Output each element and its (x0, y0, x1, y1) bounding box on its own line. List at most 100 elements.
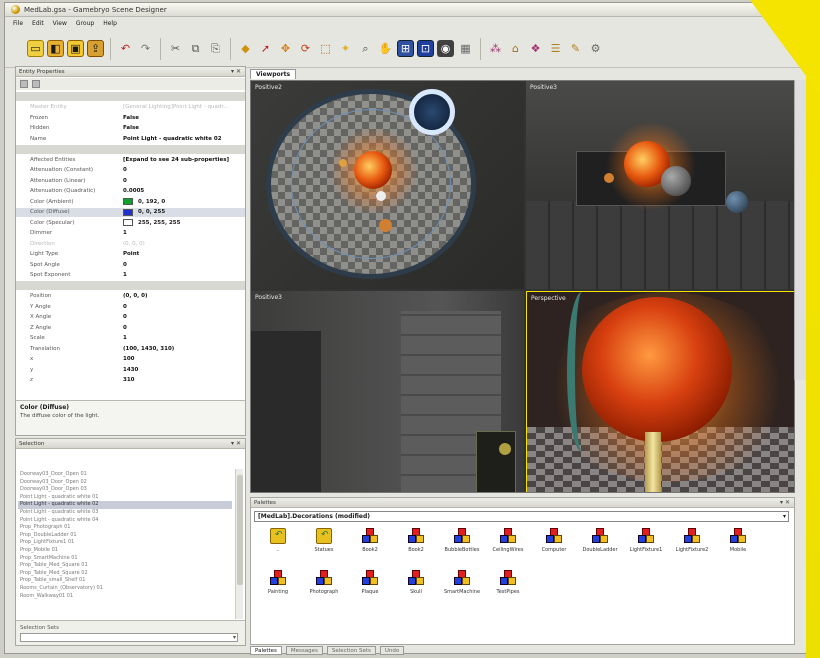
script-icon[interactable]: ✎ (567, 40, 584, 57)
property-row[interactable]: Spot Angle 0 (16, 260, 245, 269)
palette-item[interactable]: Plaque (347, 570, 393, 610)
palette-item[interactable]: TestPipes (485, 570, 531, 610)
property-row[interactable]: Attenuation (Quadratic) 0.0005 (16, 187, 245, 196)
property-value[interactable]: 0 (123, 314, 127, 320)
menu-file[interactable]: File (13, 20, 23, 27)
property-row[interactable]: Spot Exponent 1 (16, 271, 245, 280)
property-row[interactable]: Y Angle 0 (16, 302, 245, 311)
scroll-thumb[interactable] (237, 475, 243, 585)
palette-icon[interactable]: ❖ (527, 40, 544, 57)
property-value[interactable]: 0 (123, 262, 127, 268)
grid-icon[interactable]: ⁂ (487, 40, 504, 57)
move-icon[interactable]: ✥ (277, 40, 294, 57)
color-swatch[interactable] (123, 219, 133, 226)
property-row[interactable]: z 310 (16, 376, 245, 385)
palette-selector[interactable]: [MedLab].Decorations (modified) ▾ (254, 511, 789, 522)
palette-item[interactable]: Statues (301, 528, 347, 568)
property-value[interactable]: Point Light - quadratic white 02 (123, 136, 222, 142)
list-item[interactable]: Rooms_Curtain_(Observatory) 01 (18, 585, 232, 593)
property-row[interactable]: Translation (100, 1430, 310) (16, 344, 245, 353)
palette-item[interactable]: Computer (531, 528, 577, 568)
viewport-label[interactable]: Positive3 (530, 84, 557, 91)
palette-item[interactable]: DoubleLadder (577, 528, 623, 568)
palette-item[interactable]: BubbleBottles (439, 528, 485, 568)
viewport-label[interactable]: Positive2 (255, 84, 282, 91)
tab-undo[interactable]: Undo (379, 646, 405, 655)
zoom-selected-icon[interactable]: ⊡ (417, 40, 434, 57)
palette-item[interactable]: SmartMachine (439, 570, 485, 610)
property-value[interactable]: 310 (123, 377, 134, 383)
property-value[interactable]: 1 (123, 230, 127, 236)
property-value[interactable]: 0 (123, 167, 127, 173)
list-item[interactable]: Point Light - quadratic white 04 (18, 517, 232, 525)
property-value[interactable]: False (123, 115, 139, 121)
property-value[interactable]: [Expand to see 24 sub-properties] (123, 157, 229, 163)
palette-item[interactable]: LightFixture1 (623, 528, 669, 568)
palette-item[interactable]: .. (255, 528, 301, 568)
property-value[interactable]: (100, 1430, 310) (123, 346, 174, 352)
palette-item[interactable]: CeilingWires (485, 528, 531, 568)
property-row[interactable]: Name Point Light - quadratic white 02 (16, 134, 245, 143)
camera-icon[interactable]: ◉ (437, 40, 454, 57)
right-side-panel[interactable] (794, 80, 806, 380)
sort-categorized-icon[interactable] (20, 80, 28, 88)
property-row[interactable]: Color (Specular) 255, 255, 255 (16, 218, 245, 227)
pan-icon[interactable]: ✋ (377, 40, 394, 57)
property-row[interactable]: Attenuation (Linear) 0 (16, 176, 245, 185)
property-value[interactable]: 255, 255, 255 (138, 220, 180, 226)
property-row[interactable]: Affected Entities [Expand to see 24 sub-p… (16, 155, 245, 164)
property-row[interactable]: Frozen False (16, 113, 245, 122)
pin-icon[interactable]: ▾ ✕ (780, 499, 790, 506)
property-category[interactable] (16, 92, 245, 101)
property-row[interactable]: Direction (0, 0, 0) (16, 239, 245, 248)
palette-item[interactable]: Book2 (347, 528, 393, 568)
viewport-label[interactable]: Positive3 (255, 294, 282, 301)
property-value[interactable]: 0.0005 (123, 188, 144, 194)
property-value[interactable]: 0, 192, 0 (138, 199, 165, 205)
menu-help[interactable]: Help (103, 20, 117, 27)
property-row[interactable]: x 100 (16, 355, 245, 364)
viewport-perspective[interactable]: Perspective (526, 291, 794, 492)
layer-icon[interactable]: ☰ (547, 40, 564, 57)
palette-item[interactable]: Skull (393, 570, 439, 610)
settings-icon[interactable]: ⚙ (587, 40, 604, 57)
property-value[interactable]: 100 (123, 356, 134, 362)
property-value[interactable]: 0 (123, 304, 127, 310)
property-value[interactable]: 0 (123, 178, 127, 184)
tab-selection-sets[interactable]: Selection Sets (326, 646, 376, 655)
property-row[interactable]: Hidden False (16, 124, 245, 133)
list-item[interactable]: Doorway03_Door_Open 02 (18, 479, 232, 487)
open-icon[interactable]: ◧ (47, 40, 64, 57)
new-icon[interactable]: ▭ (27, 40, 44, 57)
save-icon[interactable]: ▣ (67, 40, 84, 57)
tab-palettes[interactable]: Palettes (250, 646, 282, 655)
palette-item[interactable]: LightFixture2 (669, 528, 715, 568)
property-row[interactable]: Attenuation (Constant) 0 (16, 166, 245, 175)
property-row[interactable]: Color (Diffuse) 0, 0, 255 (16, 207, 245, 217)
pin-icon[interactable]: ▾ ✕ (231, 68, 241, 75)
copy-icon[interactable]: ⧉ (187, 40, 204, 57)
list-item[interactable]: Prop_SmartMachine 01 (18, 555, 232, 563)
list-item[interactable]: Prop_Table_Med_Square 02 (18, 570, 232, 578)
rotate-icon[interactable]: ⟳ (297, 40, 314, 57)
list-item[interactable]: Point Light - quadratic white 01 (18, 494, 232, 502)
list-item[interactable]: Doorway03_Door_Open 01 (18, 471, 232, 479)
property-category[interactable] (16, 281, 245, 290)
selection-scrollbar[interactable] (235, 469, 243, 619)
tab-messages[interactable]: Messages (285, 646, 323, 655)
snap-icon[interactable]: ◆ (237, 40, 254, 57)
menu-view[interactable]: View (53, 20, 67, 27)
scale-icon[interactable]: ⬚ (317, 40, 334, 57)
property-value[interactable]: False (123, 125, 139, 131)
property-row[interactable]: Scale 1 (16, 334, 245, 343)
tab-viewports[interactable]: Viewports (250, 69, 297, 79)
property-row[interactable]: y 1430 (16, 365, 245, 374)
property-value[interactable]: 1430 (123, 367, 138, 373)
render-icon[interactable]: ▦ (457, 40, 474, 57)
redo-icon[interactable]: ↷ (137, 40, 154, 57)
viewport-bottom-left[interactable]: Positive3 (251, 291, 524, 492)
property-value[interactable]: 1 (123, 335, 127, 341)
chevron-down-icon[interactable]: ▾ (233, 634, 236, 641)
scene-icon[interactable]: ⌂ (507, 40, 524, 57)
property-value[interactable]: (0, 0, 0) (123, 293, 148, 299)
